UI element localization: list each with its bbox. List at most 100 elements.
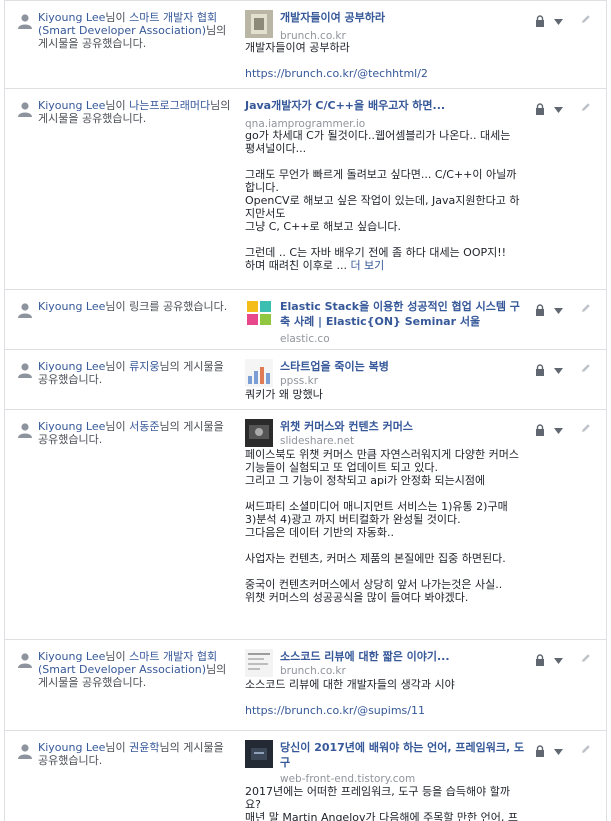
activity-verb: 님이: [105, 360, 130, 373]
link-title[interactable]: 위챗 커머스와 컨텐츠 커머스: [280, 419, 530, 434]
actor-name-link[interactable]: Kiyoung Lee: [38, 420, 105, 433]
link-title[interactable]: 스타트업을 죽이는 복병: [280, 359, 530, 374]
post-text: 페이스북도 위챗 커머스 만큼 자연스러워지게 다양한 커머스 기능들이 실험되…: [245, 448, 520, 604]
actor-name-link[interactable]: Kiyoung Lee: [38, 300, 105, 313]
post-text-content: go가 차세대 C가 될것이다..웹어셈블리가 나온다.. 대세는 평셔널이다.…: [245, 129, 520, 272]
activity-description: Kiyoung Lee님이 나는프로그래머다님의 게시물을 공유했습니다.: [38, 99, 233, 125]
post-text-content: 페이스북도 위챗 커머스 만큼 자연스러워지게 다양한 커머스 기능들이 실험되…: [245, 448, 519, 604]
activity-description: Kiyoung Lee님이 류지웅님의 게시물을 공유했습니다.: [38, 360, 233, 386]
source-name-link[interactable]: 서동준: [129, 420, 159, 433]
activity-description: Kiyoung Lee님이 스마트 개발자 협회(Smart Developer…: [38, 650, 233, 689]
lock-icon: [536, 424, 544, 436]
activity-description: Kiyoung Lee님이 스마트 개발자 협회(Smart Developer…: [38, 11, 233, 50]
link-title[interactable]: Elastic Stack을 이용한 성공적인 협업 시스템 구축 사례 | E…: [280, 299, 530, 329]
activity-description: Kiyoung Lee님이 권윤학님의 게시물을 공유했습니다.: [38, 741, 233, 767]
link-title[interactable]: 소스코드 리뷰에 대한 짧은 이야기...: [280, 649, 530, 664]
person-avatar-icon: [18, 423, 32, 438]
actor-name-link[interactable]: Kiyoung Lee: [38, 99, 105, 112]
source-name-link[interactable]: 류지웅: [129, 360, 159, 373]
lock-icon: [536, 745, 544, 757]
activity-verb: 님이: [105, 300, 130, 313]
lock-icon: [536, 15, 544, 27]
chevron-down-icon[interactable]: [554, 308, 563, 314]
post-text: 소스코드 리뷰에 대한 개발자들의 생각과 시야 https://brunch.…: [245, 678, 520, 717]
link-thumbnail[interactable]: [245, 10, 273, 38]
chevron-down-icon[interactable]: [554, 658, 563, 664]
post-url-link[interactable]: https://brunch.co.kr/@supims/11: [245, 704, 425, 717]
chevron-down-icon[interactable]: [554, 368, 563, 374]
chevron-down-icon[interactable]: [554, 107, 563, 113]
activity-verb-suffix: 링크를 공유했습니다.: [129, 300, 228, 313]
see-more-link[interactable]: 더 보기: [350, 259, 384, 272]
actor-name-link[interactable]: Kiyoung Lee: [38, 741, 105, 754]
post-text-content: 소스코드 리뷰에 대한 개발자들의 생각과 시야: [245, 678, 455, 691]
link-thumbnail[interactable]: [245, 419, 273, 447]
link-thumbnail[interactable]: [245, 649, 273, 677]
actor-name-link[interactable]: Kiyoung Lee: [38, 11, 105, 24]
activity-verb: 님이: [105, 420, 130, 433]
pencil-icon[interactable]: [581, 102, 591, 112]
lock-icon: [536, 304, 544, 316]
chevron-down-icon[interactable]: [554, 19, 563, 25]
link-domain: slideshare.net: [280, 435, 355, 447]
person-avatar-icon: [18, 363, 32, 378]
activity-verb: 님이: [105, 741, 130, 754]
pencil-icon[interactable]: [581, 423, 591, 433]
actor-name-link[interactable]: Kiyoung Lee: [38, 650, 105, 663]
chevron-down-icon[interactable]: [554, 749, 563, 755]
activity-verb: 님이: [105, 650, 130, 663]
post-text-content: 2017년에는 어떠한 프레임워크, 도구 등을 습득해야 할까요? 매년 말 …: [245, 785, 519, 821]
activity-row: Kiyoung Lee님이 스마트 개발자 협회(Smart Developer…: [4, 0, 607, 89]
post-text-content: 개발자들이여 공부하라: [245, 41, 350, 54]
link-title[interactable]: 당신이 2017년에 배워야 하는 언어, 프레임워크, 도구: [280, 740, 530, 770]
source-name-link[interactable]: 권윤학: [129, 741, 159, 754]
activity-feed: Kiyoung Lee님이 스마트 개발자 협회(Smart Developer…: [0, 0, 611, 821]
pencil-icon[interactable]: [581, 14, 591, 24]
activity-row: Kiyoung Lee님이 서동준님의 게시물을 공유했습니다. 위챗 커머스와 …: [4, 410, 607, 640]
person-avatar-icon: [18, 102, 32, 117]
pencil-icon[interactable]: [581, 653, 591, 663]
activity-description: Kiyoung Lee님이 서동준님의 게시물을 공유했습니다.: [38, 420, 233, 446]
activity-row: Kiyoung Lee님이 스마트 개발자 협회(Smart Developer…: [4, 640, 607, 731]
link-thumbnail[interactable]: [245, 299, 273, 327]
activity-verb: 님이: [105, 11, 130, 24]
person-avatar-icon: [18, 653, 32, 668]
chevron-down-icon[interactable]: [554, 428, 563, 434]
link-domain: brunch.co.kr: [280, 665, 346, 677]
post-text: 쿼키가 왜 망했나: [245, 388, 520, 401]
person-avatar-icon: [18, 744, 32, 759]
post-url-link[interactable]: https://brunch.co.kr/@techhtml/2: [245, 67, 428, 80]
lock-icon: [536, 364, 544, 376]
post-text: 2017년에는 어떠한 프레임워크, 도구 등을 습득해야 할까요? 매년 말 …: [245, 785, 520, 821]
elastic-logo-icon: [245, 299, 273, 327]
lock-icon: [536, 103, 544, 115]
pencil-icon[interactable]: [581, 303, 591, 313]
slide-thumbnail-icon: [245, 419, 273, 447]
person-avatar-icon: [18, 14, 32, 29]
link-domain: ppss.kr: [280, 375, 319, 387]
lock-icon: [536, 654, 544, 666]
post-text: 개발자들이여 공부하라 https://brunch.co.kr/@techht…: [245, 41, 520, 80]
photo-thumbnail-icon: [245, 10, 273, 38]
activity-row: Kiyoung Lee님이 권윤학님의 게시물을 공유했습니다. 당신이 2017…: [4, 731, 607, 821]
code-thumbnail-icon: [245, 649, 273, 677]
pencil-icon[interactable]: [581, 744, 591, 754]
dark-thumbnail-icon: [245, 740, 273, 768]
link-thumbnail[interactable]: [245, 740, 273, 768]
activity-row: Kiyoung Lee님이 류지웅님의 게시물을 공유했습니다. 스타트업을 죽이…: [4, 350, 607, 410]
link-title[interactable]: 개발자들이여 공부하라: [280, 10, 530, 25]
chart-thumbnail-icon: [245, 359, 273, 387]
activity-row: Kiyoung Lee님이 링크를 공유했습니다. Elastic Stack을 …: [4, 290, 607, 350]
post-text: go가 차세대 C가 될것이다..웹어셈블리가 나온다.. 대세는 평셔널이다.…: [245, 129, 520, 272]
activity-verb: 님이: [105, 99, 130, 112]
source-name-link[interactable]: 나는프로그래머다: [129, 99, 210, 112]
activity-description: Kiyoung Lee님이 링크를 공유했습니다.: [38, 300, 233, 313]
link-title[interactable]: Java개발자가 C/C++을 배우고자 하면...: [245, 98, 495, 113]
link-thumbnail[interactable]: [245, 359, 273, 387]
actor-name-link[interactable]: Kiyoung Lee: [38, 360, 105, 373]
person-avatar-icon: [18, 303, 32, 318]
pencil-icon[interactable]: [581, 363, 591, 373]
activity-row: Kiyoung Lee님이 나는프로그래머다님의 게시물을 공유했습니다. Jav…: [4, 89, 607, 290]
post-text-content: 쿼키가 왜 망했나: [245, 388, 323, 401]
link-domain: elastic.co: [280, 333, 330, 345]
